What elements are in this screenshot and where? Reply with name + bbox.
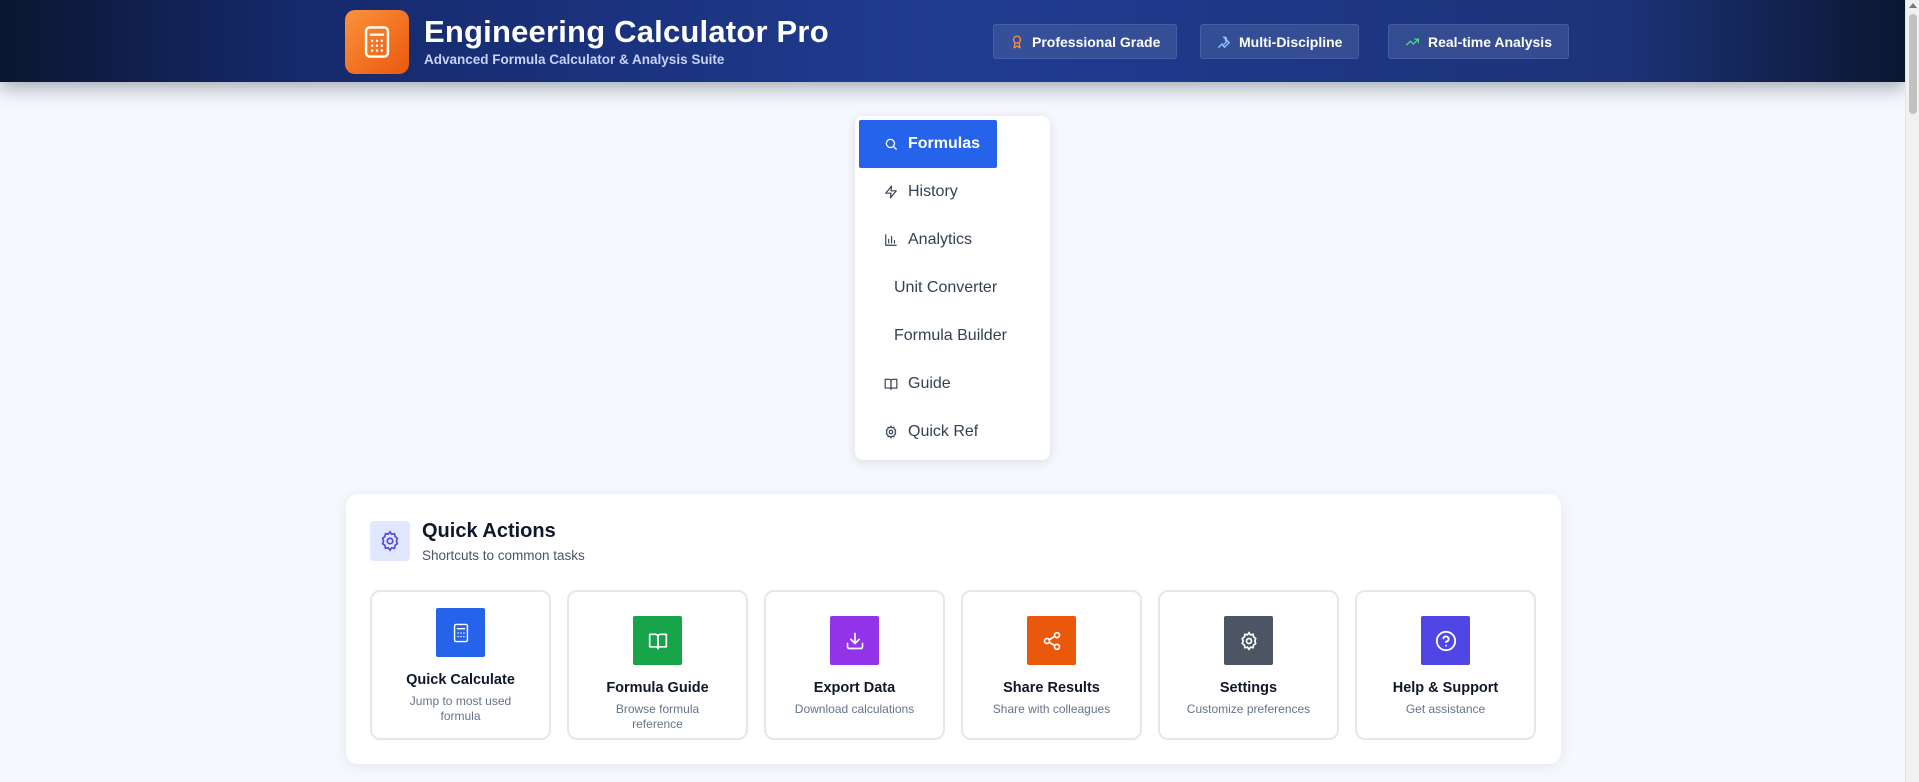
nav-item-label: Guide <box>908 375 951 392</box>
download-icon <box>830 616 879 665</box>
app-title: Engineering Calculator Pro <box>424 14 829 49</box>
nav-item-history[interactable]: History <box>859 168 997 216</box>
quick-actions-title: Quick Actions <box>422 520 556 542</box>
calculator-icon <box>436 608 485 657</box>
card-title: Help & Support <box>1392 680 1499 696</box>
nav-item-label: Quick Ref <box>908 423 979 440</box>
gear-icon <box>885 425 897 439</box>
nav-item-quick-ref[interactable]: Quick Ref <box>859 408 997 456</box>
nav-item-guide[interactable]: Guide <box>859 360 997 408</box>
badge-label: Multi-Discipline <box>1239 33 1343 50</box>
card-title: Quick Calculate <box>406 672 515 688</box>
gear-icon <box>370 521 410 561</box>
wrench-icon <box>1218 35 1230 48</box>
nav-item-label: History <box>908 183 958 200</box>
main-nav-menu: Formulas History Analytics Unit Converte… <box>855 116 1050 460</box>
help-circle-icon <box>1421 616 1470 665</box>
card-desc: Get assistance <box>1405 702 1486 716</box>
card-desc: Download calculations <box>794 702 915 716</box>
trending-up-icon <box>1406 37 1419 46</box>
gear-icon <box>1224 616 1273 665</box>
book-open-icon <box>633 616 682 665</box>
award-icon <box>1012 35 1022 48</box>
scroll-thumb[interactable] <box>1909 14 1917 114</box>
nav-item-label: Formula Builder <box>894 327 1007 344</box>
search-icon <box>885 138 897 150</box>
help-support-card[interactable]: Help & Support Get assistance <box>1355 590 1536 740</box>
calculator-logo-icon <box>345 10 409 74</box>
zap-icon <box>885 185 897 199</box>
badge-label: Professional Grade <box>1032 33 1161 50</box>
nav-item-unit-converter[interactable]: Unit Converter <box>859 264 997 312</box>
bar-chart-icon <box>885 234 897 246</box>
card-title: Export Data <box>813 680 896 696</box>
settings-card[interactable]: Settings Customize preferences <box>1158 590 1339 740</box>
nav-item-label: Unit Converter <box>894 279 998 296</box>
card-desc: Share with colleagues <box>992 702 1111 716</box>
app-subtitle: Advanced Formula Calculator & Analysis S… <box>424 52 725 67</box>
quick-calculate-card[interactable]: Quick Calculate Jump to most used formul… <box>370 590 551 740</box>
badge-real-time-analysis: Real-time Analysis <box>1388 24 1569 59</box>
scroll-up-icon[interactable] <box>1909 3 1917 8</box>
card-title: Formula Guide <box>606 680 709 696</box>
quick-actions-subtitle: Shortcuts to common tasks <box>422 548 585 563</box>
export-data-card[interactable]: Export Data Download calculations <box>764 590 945 740</box>
share-results-card[interactable]: Share Results Share with colleagues <box>961 590 1142 740</box>
badge-label: Real-time Analysis <box>1428 33 1552 50</box>
badge-multi-discipline: Multi-Discipline <box>1200 24 1360 59</box>
card-title: Share Results <box>1003 680 1100 696</box>
nav-item-label: Formulas <box>908 135 981 152</box>
quick-actions-panel: Quick Actions Shortcuts to common tasks … <box>346 494 1561 764</box>
book-open-icon <box>884 378 898 390</box>
nav-item-formulas[interactable]: Formulas <box>859 120 997 168</box>
card-desc: Jump to most used formula <box>409 694 512 723</box>
badge-professional-grade: Professional Grade <box>993 24 1178 59</box>
nav-item-formula-builder[interactable]: Formula Builder <box>859 312 1007 360</box>
card-desc: Browse formula reference <box>615 702 700 731</box>
share-icon <box>1027 616 1076 665</box>
app-header: Engineering Calculator Pro Advanced Form… <box>0 0 1905 82</box>
nav-item-label: Analytics <box>908 231 973 248</box>
nav-item-analytics[interactable]: Analytics <box>859 216 997 264</box>
card-title: Settings <box>1219 680 1278 696</box>
formula-guide-card[interactable]: Formula Guide Browse formula reference <box>567 590 748 740</box>
card-desc: Customize preferences <box>1186 702 1311 716</box>
page-scrollbar[interactable] <box>1905 0 1919 782</box>
